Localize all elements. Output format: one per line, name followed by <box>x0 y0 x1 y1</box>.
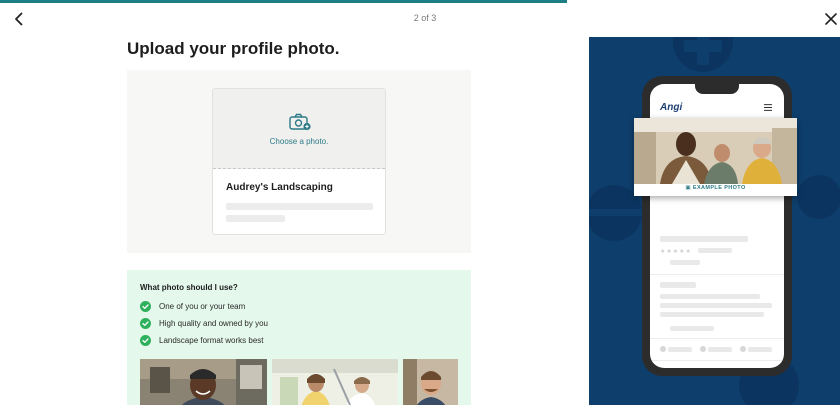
tip-label: High quality and owned by you <box>159 319 268 328</box>
progress-bar-fill <box>0 0 567 3</box>
tips-heading: What photo should I use? <box>140 283 238 292</box>
back-button[interactable] <box>10 10 28 28</box>
tip-label: Landscape format works best <box>159 336 264 345</box>
progress-bar <box>0 0 840 3</box>
example-photo-man <box>403 359 458 405</box>
check-circle-icon <box>140 335 151 346</box>
profile-preview-card: Choose a photo. Audrey's Landscaping <box>212 88 386 235</box>
example-photo-worker <box>140 359 267 405</box>
upload-panel: Choose a photo. Audrey's Landscaping <box>127 70 471 253</box>
choose-photo-label: Choose a photo. <box>269 137 329 146</box>
placeholder-line <box>226 203 373 210</box>
choose-photo-button[interactable]: Choose a photo. <box>213 89 385 169</box>
rating-stars-icon: ★★★★★ <box>660 249 692 255</box>
close-button[interactable] <box>822 10 840 28</box>
promo-panel: Angi ★★★★★ <box>589 37 840 405</box>
brand-logo: Angi <box>660 102 683 113</box>
step-counter: 2 of 3 <box>413 13 437 23</box>
camera-add-icon <box>289 113 311 131</box>
close-icon <box>825 13 837 25</box>
menu-icon <box>764 104 772 111</box>
example-photo-card: ▣ EXAMPLE PHOTO <box>634 118 797 196</box>
example-team-photo <box>634 118 797 184</box>
tip-label: One of you or your team <box>159 302 246 311</box>
example-photo-caption: ▣ EXAMPLE PHOTO <box>685 185 746 191</box>
placeholder-line <box>226 215 285 222</box>
page-title: Upload your profile photo. <box>127 39 340 58</box>
camera-icon: ▣ <box>685 185 691 191</box>
photo-tips-panel: What photo should I use? One of you or y… <box>127 270 471 405</box>
chevron-left-icon <box>15 12 23 26</box>
company-name: Audrey's Landscaping <box>226 182 333 193</box>
example-photo-painters <box>272 359 398 405</box>
check-circle-icon <box>140 318 151 329</box>
check-circle-icon <box>140 301 151 312</box>
